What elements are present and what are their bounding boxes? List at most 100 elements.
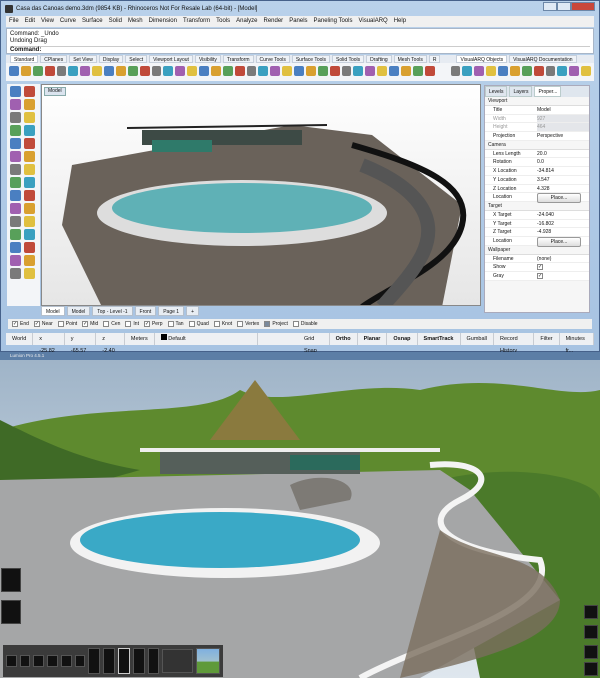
panel-tab-properties[interactable]: Proper...	[534, 86, 562, 97]
toolbar-tab[interactable]: Standard	[10, 55, 39, 63]
status-toggle-planar[interactable]: Planar	[358, 333, 388, 345]
toolbar-tab[interactable]: VisualARQ Objects	[456, 55, 508, 63]
lumion-build-button[interactable]	[584, 645, 598, 659]
osnap-checkbox[interactable]: ✓	[33, 321, 40, 327]
terrain-tool-icon[interactable]	[74, 655, 86, 667]
tool-icon[interactable]	[533, 66, 544, 76]
tool-icon[interactable]	[10, 99, 21, 110]
lumion-walk-mode-button[interactable]	[584, 605, 598, 619]
property-value[interactable]: Model	[537, 106, 589, 114]
menu-item-file[interactable]: File	[9, 16, 19, 27]
menu-item-dimension[interactable]: Dimension	[149, 16, 177, 27]
tool-icon[interactable]	[139, 66, 150, 76]
terrain-brush-icon[interactable]	[88, 648, 101, 674]
tool-icon[interactable]	[424, 66, 435, 76]
menu-item-curve[interactable]: Curve	[60, 16, 76, 27]
tool-icon[interactable]	[24, 177, 35, 188]
tool-icon[interactable]	[24, 112, 35, 123]
tool-icon[interactable]	[545, 66, 556, 76]
tool-icon[interactable]	[389, 66, 399, 76]
tool-icon[interactable]	[44, 66, 55, 76]
status-toggle-ortho[interactable]: Ortho	[330, 333, 358, 345]
checkbox-gray[interactable]: ✓	[537, 273, 543, 279]
terrain-brush-icon[interactable]	[132, 648, 145, 674]
property-value[interactable]: -34.814	[537, 167, 589, 175]
status-toggle-gumball[interactable]: Gumball	[461, 333, 494, 345]
menu-item-visualarq[interactable]: VisualARQ	[358, 16, 387, 27]
tool-icon[interactable]	[246, 66, 257, 76]
osnap-checkbox[interactable]	[292, 321, 299, 327]
osnap-project[interactable]: Project	[264, 319, 288, 329]
toolbar-tab[interactable]: Transform	[222, 55, 254, 63]
tool-icon[interactable]	[270, 66, 281, 76]
tool-icon[interactable]	[32, 66, 43, 76]
toolbar-tab[interactable]: Solid Tools	[332, 55, 365, 63]
osnap-checkbox[interactable]	[125, 321, 132, 327]
tool-icon[interactable]	[486, 66, 496, 76]
tool-icon[interactable]	[24, 203, 35, 214]
viewport-tab[interactable]: Top - Level -1	[92, 306, 133, 316]
property-value[interactable]: (none)	[537, 255, 589, 263]
toolbar-tab[interactable]: Drafting	[366, 55, 392, 63]
tool-icon[interactable]	[569, 66, 580, 76]
toolbar-tab[interactable]: Mesh Tools	[393, 55, 427, 63]
tool-icon[interactable]	[474, 66, 485, 76]
tool-icon[interactable]	[56, 66, 67, 76]
terrain-tool-icon[interactable]	[19, 655, 31, 667]
tool-icon[interactable]	[10, 268, 21, 279]
toolbar-tab[interactable]: Display	[98, 55, 124, 63]
close-button[interactable]	[571, 2, 595, 11]
terrain-brush-icon[interactable]	[103, 648, 115, 674]
tool-icon[interactable]	[557, 66, 568, 76]
tool-icon[interactable]	[10, 229, 21, 240]
osnap-point[interactable]: Point	[57, 319, 77, 329]
osnap-checkbox[interactable]	[103, 321, 110, 327]
tool-icon[interactable]	[175, 66, 186, 76]
terrain-tool-icon[interactable]	[33, 655, 45, 667]
tool-icon[interactable]	[24, 268, 35, 279]
tool-icon[interactable]	[450, 66, 461, 76]
tool-icon[interactable]	[24, 125, 35, 136]
tool-icon[interactable]	[412, 66, 423, 76]
toolbar-tab[interactable]: VisualARQ Documentation	[509, 55, 577, 63]
lumion-camera-button[interactable]	[584, 625, 598, 639]
tool-icon[interactable]	[305, 66, 316, 76]
tool-icon[interactable]	[9, 66, 19, 76]
terrain-tool-icon[interactable]	[60, 655, 72, 667]
menu-item-solid[interactable]: Solid	[109, 16, 122, 27]
terrain-tool-icon[interactable]	[6, 655, 17, 667]
tool-icon[interactable]	[498, 66, 508, 76]
osnap-quad[interactable]: Quad	[188, 319, 209, 329]
menu-item-analyze[interactable]: Analyze	[236, 16, 257, 27]
osnap-knot[interactable]: Knot	[213, 319, 232, 329]
tool-icon[interactable]	[234, 66, 245, 76]
osnap-tan[interactable]: Tan	[167, 319, 184, 329]
terrain-brush-icon[interactable]	[117, 648, 130, 674]
osnap-checkbox[interactable]: ✓	[12, 321, 18, 327]
tool-icon[interactable]	[365, 66, 376, 76]
tool-icon[interactable]	[10, 255, 21, 266]
lumion-render-view[interactable]	[0, 360, 600, 678]
checkbox-show[interactable]: ✓	[537, 264, 543, 271]
status-toggle-record-history[interactable]: Record History	[494, 333, 535, 354]
menu-item-edit[interactable]: Edit	[25, 16, 35, 27]
tool-icon[interactable]	[10, 203, 21, 214]
add-viewport-tab-button[interactable]: +	[186, 306, 199, 316]
property-value[interactable]: 0.0	[537, 158, 589, 166]
tool-icon[interactable]	[127, 66, 138, 76]
viewport-tab[interactable]: Page 1	[158, 306, 185, 316]
viewport-tab[interactable]: Model	[41, 306, 65, 316]
tool-icon[interactable]	[10, 216, 21, 227]
menu-item-view[interactable]: View	[41, 16, 54, 27]
status-toggle-filter[interactable]: Filter	[534, 333, 560, 345]
tool-icon[interactable]	[151, 66, 162, 76]
tool-icon[interactable]	[199, 66, 209, 76]
property-value[interactable]: -16.802	[537, 220, 589, 228]
property-value[interactable]: Perspective	[537, 132, 589, 140]
menu-item-help[interactable]: Help	[394, 16, 406, 27]
osnap-cen[interactable]: Cen	[103, 319, 120, 329]
place-button[interactable]: Place...	[537, 193, 589, 204]
toolbar-tab[interactable]: Visibility	[194, 55, 221, 63]
tool-icon[interactable]	[104, 66, 114, 76]
tool-icon[interactable]	[294, 66, 304, 76]
